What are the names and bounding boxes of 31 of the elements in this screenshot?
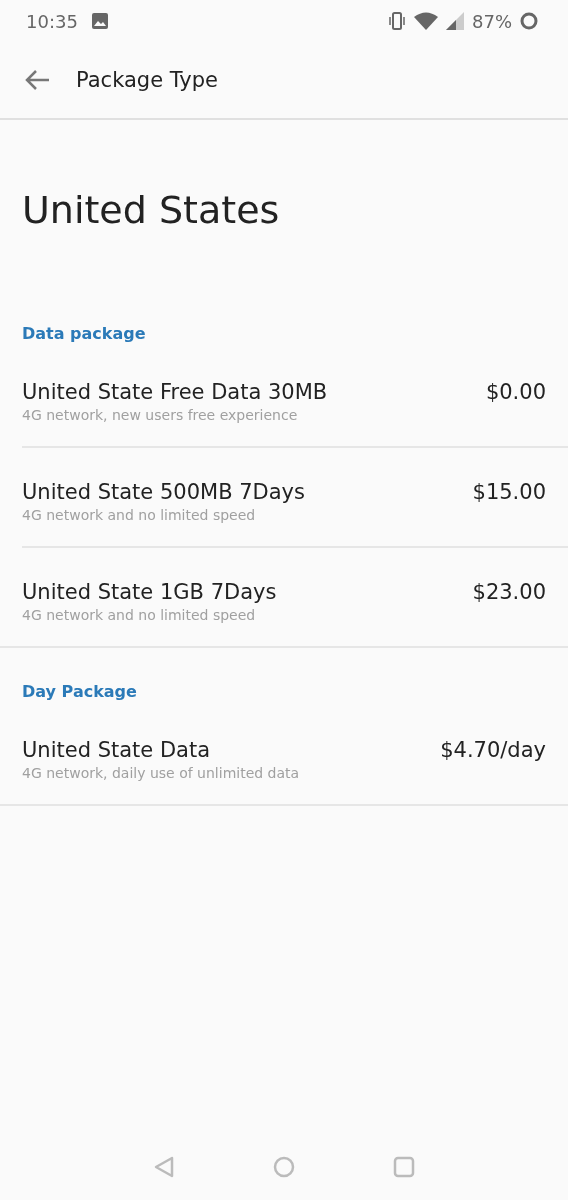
recents-nav-icon[interactable] [393,1156,415,1178]
package-price: $23.00 [472,579,546,606]
image-icon [91,13,108,29]
package-item[interactable]: United State 500MB 7Days 4G network and no limited speed $15.00 [22,448,568,548]
package-description: 4G network and no limited speed [22,506,257,524]
package-description: 4G network and no limited speed [22,606,257,624]
package-name: United State Free Data 30MB [22,379,328,406]
battery-percent: 87% [472,10,512,32]
country-title: United States [22,187,281,234]
package-name: United State 500MB 7Days [22,479,305,506]
section-header: Day Package [22,682,138,703]
signal-icon [446,12,464,30]
package-name: United State Data [22,737,212,764]
home-nav-icon[interactable] [273,1156,295,1178]
back-icon[interactable] [24,69,50,91]
status-time: 10:35 [26,10,78,32]
vibrate-icon [388,11,406,31]
wifi-icon [414,12,438,30]
package-item[interactable]: United State Free Data 30MB 4G network, new users free experience $0.00 [22,348,568,448]
package-description: 4G network, new users free experience [22,406,299,424]
package-item[interactable]: United State 1GB 7Days 4G network and no limited speed $23.00 [0,548,568,648]
package-price: $0.00 [485,379,546,406]
package-item[interactable]: United State Data 4G network, daily use of unlimited data $4.70/day [0,706,568,806]
package-price: $15.00 [472,479,546,506]
page-title: Package Type [76,68,218,92]
section-header: Data package [22,324,147,345]
package-price: $4.70/day [440,737,546,764]
package-description: 4G network, daily use of unlimited data [22,764,300,782]
back-nav-icon[interactable] [153,1156,175,1178]
battery-icon [520,12,538,30]
package-name: United State 1GB 7Days [22,579,277,606]
